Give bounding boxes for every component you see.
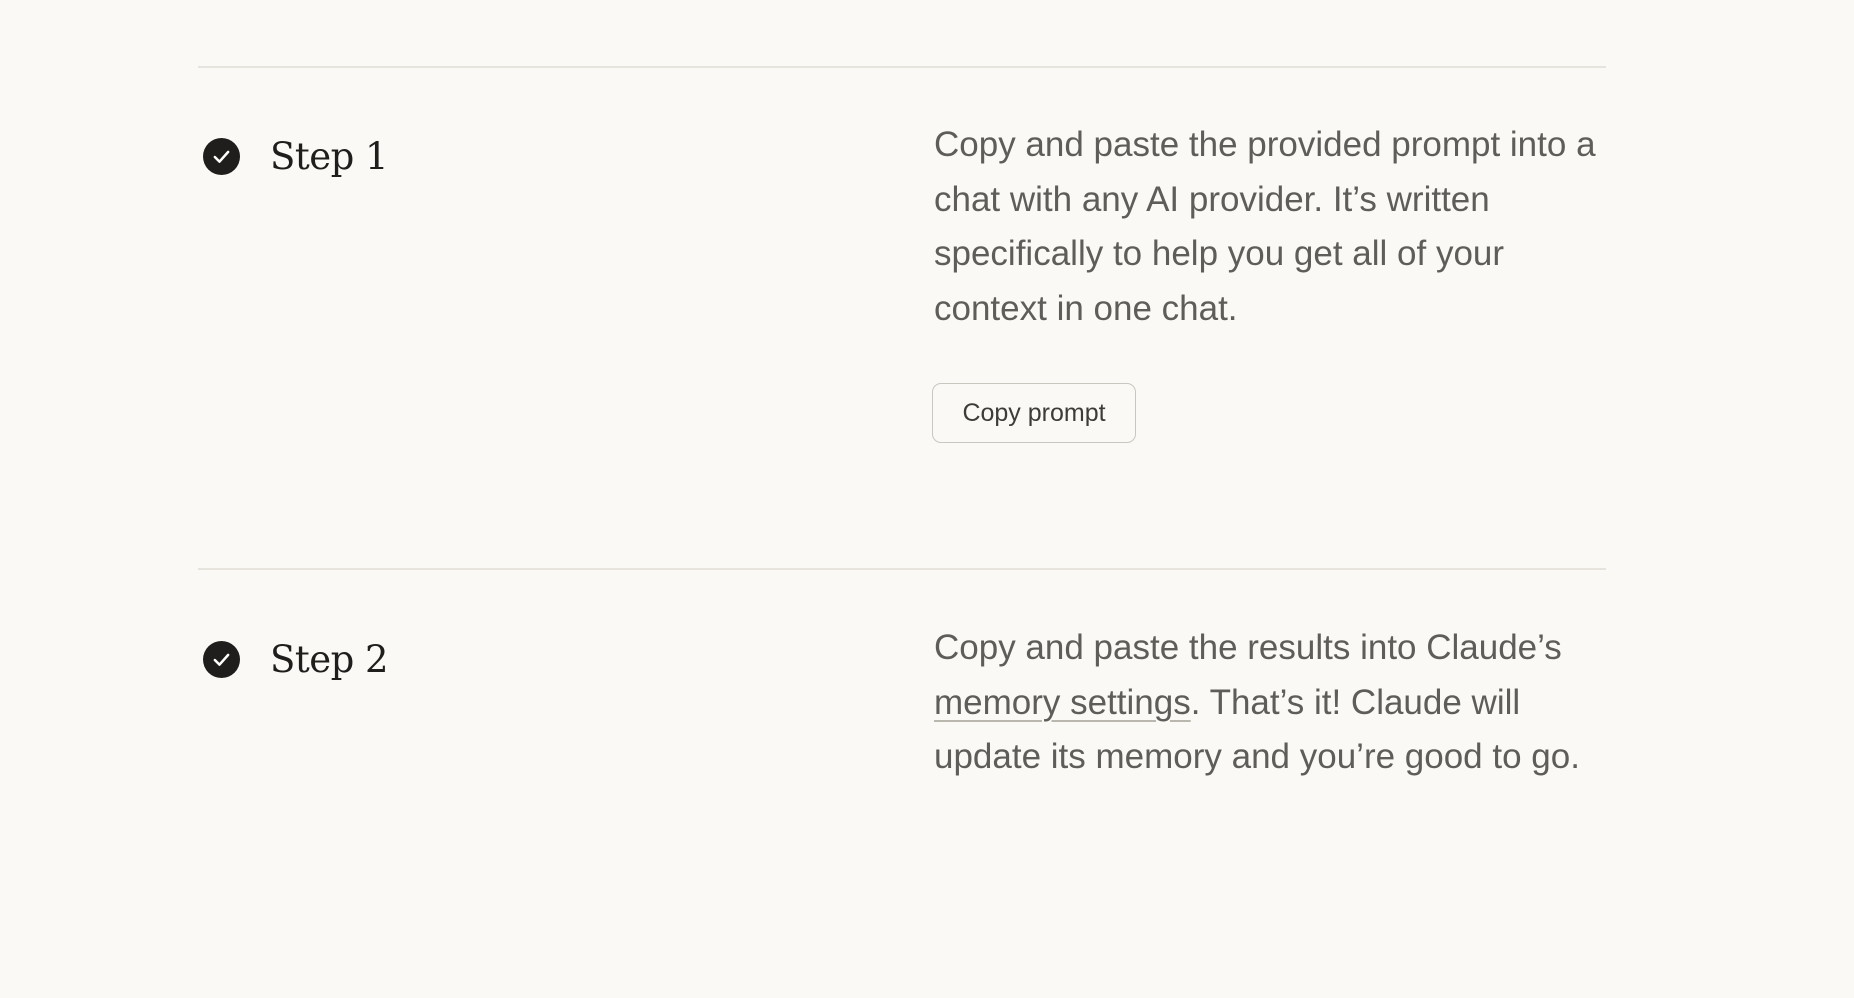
check-circle-icon [203,137,240,175]
divider-middle [198,568,1606,570]
steps-page: Step 1 Copy and paste the provided promp… [0,0,1854,998]
copy-prompt-button[interactable]: Copy prompt [932,383,1136,443]
step-2-header: Step 2 [203,637,389,681]
step-1-header: Step 1 [203,134,389,178]
step-2-title: Step 2 [270,637,389,681]
step-2-description: Copy and paste the results into Claude’s… [934,621,1614,785]
step-2-text-before: Copy and paste the results into Claude’s [934,628,1562,667]
check-circle-icon [203,640,240,678]
divider-top [198,66,1606,68]
memory-settings-link[interactable]: memory settings [934,683,1191,722]
step-1-title: Step 1 [270,134,389,178]
step-1-description: Copy and paste the provided prompt into … [934,125,1596,328]
